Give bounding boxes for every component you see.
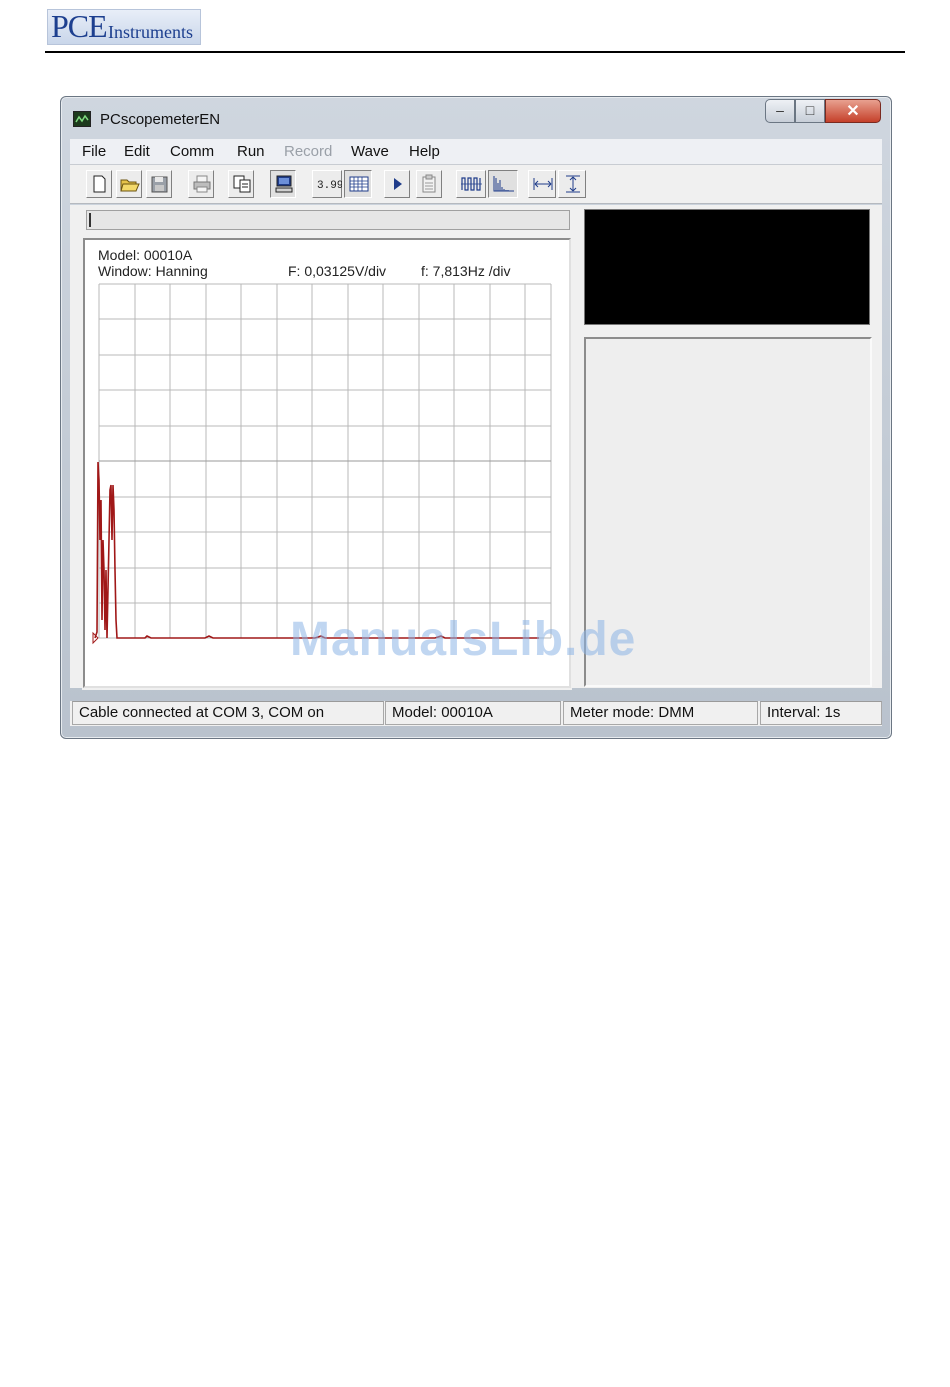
digital-readout-icon: 3.999 xyxy=(317,180,342,192)
computer-button[interactable] xyxy=(270,170,296,198)
scope-grid xyxy=(98,283,552,639)
spectrum-icon xyxy=(493,176,514,192)
toolbar: 3.999 xyxy=(70,165,882,204)
command-input[interactable] xyxy=(86,210,570,230)
vertical-measure-button[interactable] xyxy=(558,170,586,198)
logo-brand: PCE xyxy=(51,8,108,44)
copy-button[interactable] xyxy=(228,170,254,198)
meter-display xyxy=(584,209,870,325)
maximize-button[interactable]: □ xyxy=(795,99,825,123)
menu-help[interactable]: Help xyxy=(409,143,440,160)
save-button[interactable] xyxy=(146,170,172,198)
status-interval: Interval: 1s xyxy=(760,701,882,725)
grid-table-button[interactable] xyxy=(344,170,372,198)
menu-comm[interactable]: Comm xyxy=(170,143,214,160)
menu-run[interactable]: Run xyxy=(237,143,265,160)
clipboard-button[interactable] xyxy=(416,170,442,198)
copy-icon xyxy=(233,175,251,193)
vertical-measure-icon xyxy=(566,175,580,193)
app-icon[interactable] xyxy=(73,111,91,127)
horizontal-measure-icon xyxy=(533,178,553,190)
text-caret xyxy=(89,213,91,227)
watermark: ManualsLib.de xyxy=(290,613,637,666)
grid-table-icon xyxy=(349,176,369,192)
menu-record[interactable]: Record xyxy=(284,143,332,160)
new-file-icon xyxy=(93,175,106,193)
horizontal-measure-button[interactable] xyxy=(528,170,556,198)
menu-bar: File Edit Comm Run Record Wave Help xyxy=(70,139,882,165)
computer-icon xyxy=(275,175,293,193)
title-bar[interactable]: PCscopemeterEN – □ ✕ xyxy=(61,97,891,137)
open-folder-icon xyxy=(120,179,140,192)
open-button[interactable] xyxy=(116,170,142,198)
menu-file[interactable]: File xyxy=(82,143,106,160)
save-disk-icon xyxy=(151,176,168,193)
header-divider xyxy=(45,51,905,53)
menu-edit[interactable]: Edit xyxy=(124,143,150,160)
play-icon xyxy=(394,178,402,190)
status-connection: Cable connected at COM 3, COM on xyxy=(72,701,384,725)
pce-instruments-logo: PCE Instruments xyxy=(47,8,201,45)
window-controls: – □ ✕ xyxy=(765,99,881,125)
new-file-button[interactable] xyxy=(86,170,112,198)
window-title: PCscopemeterEN xyxy=(100,111,221,128)
clipboard-icon xyxy=(422,174,436,193)
print-button[interactable] xyxy=(188,170,214,198)
logo-subtitle: Instruments xyxy=(108,22,193,42)
status-meter-mode: Meter mode: DMM xyxy=(563,701,758,725)
print-icon xyxy=(193,175,211,193)
status-bar: Cable connected at COM 3, COM on Model: … xyxy=(70,701,882,726)
status-model: Model: 00010A xyxy=(385,701,561,725)
svg-text:3.999: 3.999 xyxy=(317,180,342,192)
spectrum-button[interactable] xyxy=(488,170,518,198)
waveform-button[interactable] xyxy=(456,170,486,198)
close-button[interactable]: ✕ xyxy=(825,99,881,123)
run-button[interactable] xyxy=(384,170,410,198)
waveform-icon xyxy=(461,177,482,191)
digital-readout-button[interactable]: 3.999 xyxy=(312,170,342,198)
menu-wave[interactable]: Wave xyxy=(351,143,389,160)
minimize-button[interactable]: – xyxy=(765,99,795,123)
